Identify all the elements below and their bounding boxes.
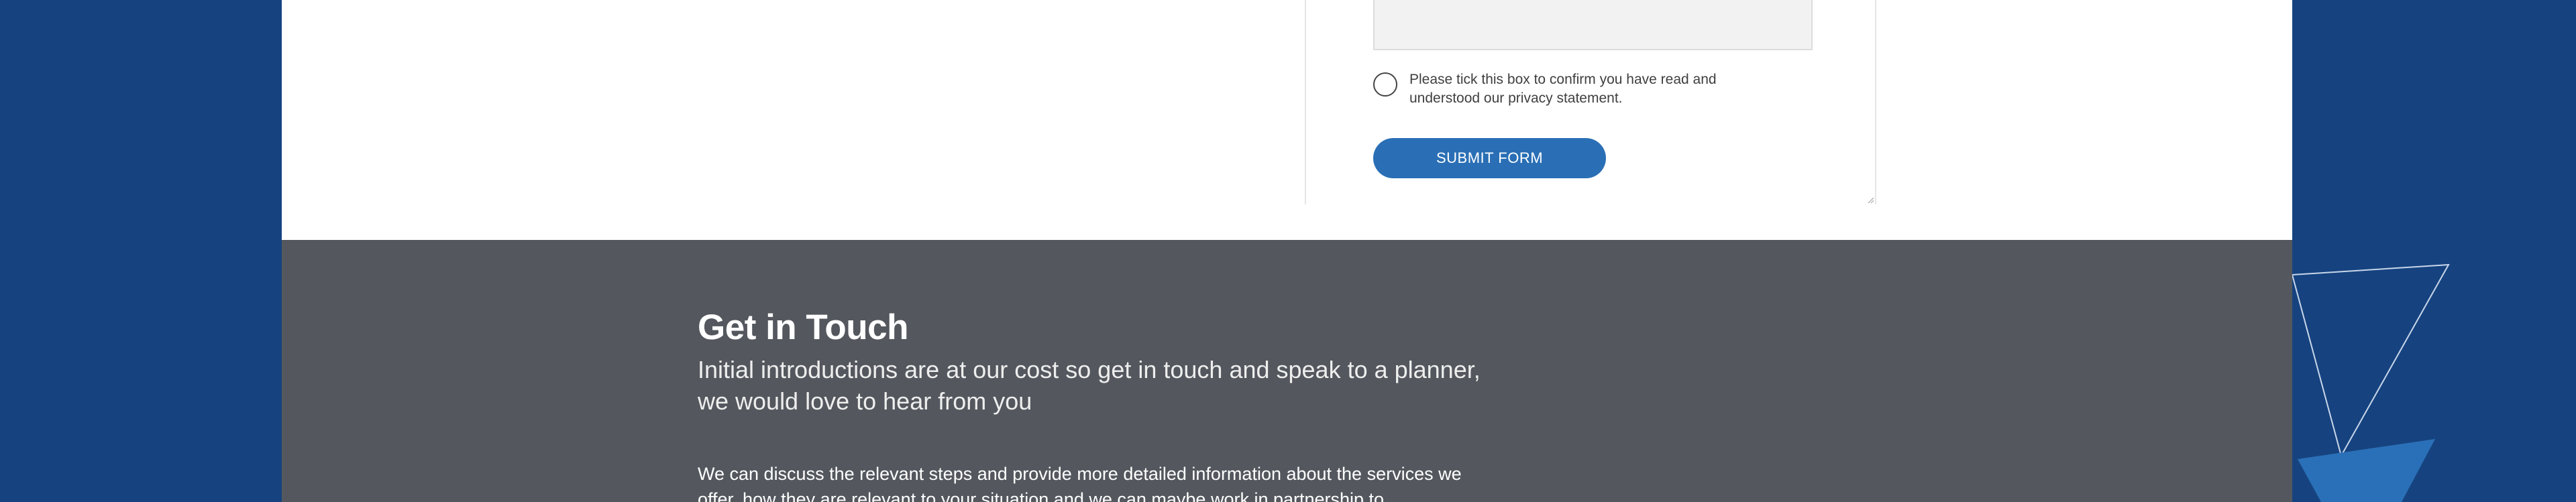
triangle-fill-shape	[2298, 439, 2435, 502]
message-textarea[interactable]	[1373, 0, 1813, 50]
get-in-touch-section: Get in Touch Initial introductions are a…	[282, 240, 2292, 502]
privacy-consent-label: Please tick this box to confirm you have…	[1409, 72, 1717, 106]
privacy-consent-checkbox[interactable]	[1373, 72, 1397, 97]
resize-grip-icon[interactable]	[1867, 196, 1874, 203]
privacy-consent: Please tick this box to confirm you have…	[1373, 70, 1785, 108]
submit-form-button[interactable]: SUBMIT FORM	[1373, 138, 1606, 178]
section-body: We can discuss the relevant steps and pr…	[698, 464, 1462, 502]
page-content: Please tick this box to confirm you have…	[282, 0, 2292, 502]
section-subtitle: Initial introductions are at our cost so…	[698, 356, 1481, 415]
section-title: Get in Touch	[698, 308, 908, 347]
contact-form: Please tick this box to confirm you have…	[1305, 0, 1876, 204]
triangle-outline-shape	[2291, 263, 2450, 458]
